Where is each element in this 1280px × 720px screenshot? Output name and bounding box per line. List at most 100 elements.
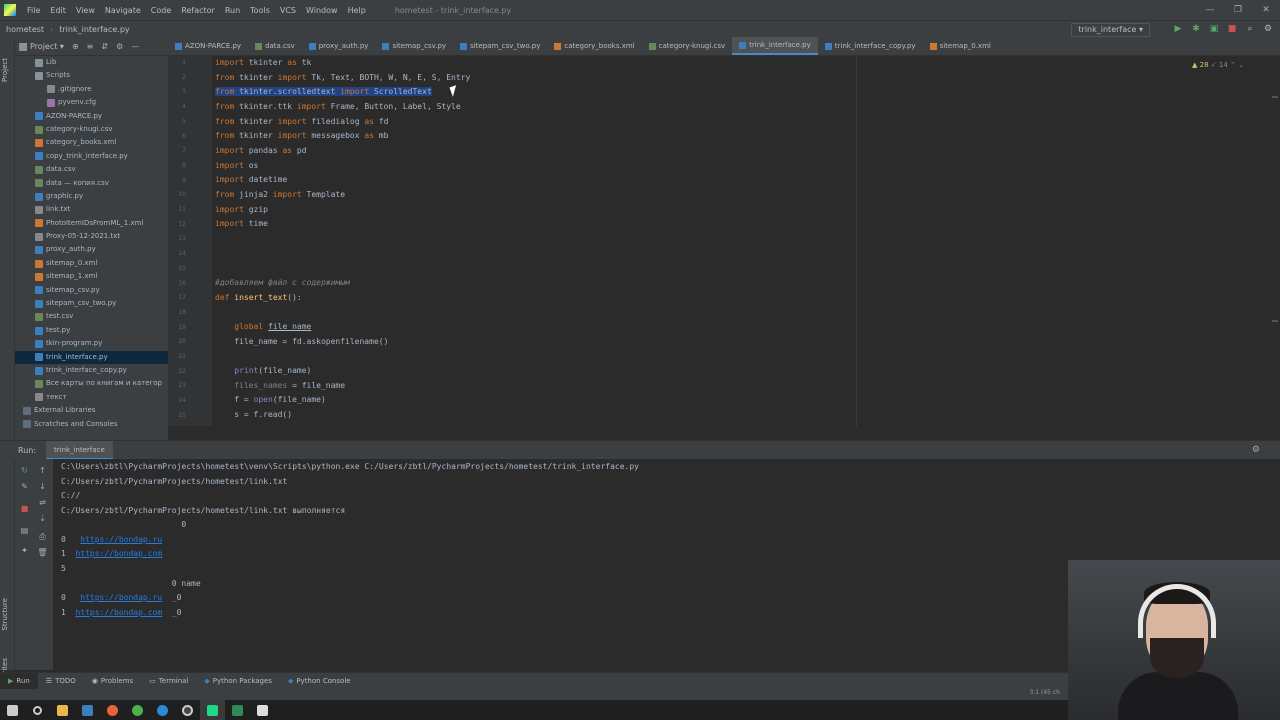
layout-icon[interactable]: ▤ — [19, 525, 30, 536]
menu-refactor[interactable]: Refactor — [176, 6, 220, 15]
tree-item[interactable]: sitepam_csv_two.py — [15, 297, 168, 310]
code-line-selected[interactable]: from tkinter.scrolledtext import Scrolle… — [215, 87, 432, 96]
code-line[interactable]: f = open(file_name) — [215, 395, 326, 404]
bottom-tab-python-console[interactable]: ◆ Python Console — [280, 677, 359, 685]
settings-icon[interactable]: ⚙ — [1262, 23, 1274, 35]
code-editor[interactable]: 1 2 3 4 5 6 7 8 9 10 11 12 13 14 15 16 17 18 19 20 21 22 23 24 2… — [168, 56, 1280, 426]
editor-tab[interactable]: data.csv — [248, 37, 302, 55]
scroll-up-icon[interactable]: ↑ — [37, 465, 48, 476]
taskbar-app-button[interactable] — [225, 700, 250, 720]
tree-item[interactable]: test.csv — [15, 310, 168, 323]
menu-file[interactable]: File — [22, 6, 45, 15]
taskbar-app-button[interactable] — [150, 700, 175, 720]
restore-icon[interactable]: ❐ — [1224, 0, 1252, 20]
gear-icon[interactable]: ⚙ — [1252, 445, 1260, 455]
code-line[interactable]: files_names = file_name — [215, 381, 345, 390]
code-line[interactable]: file_name = fd.askopenfilename() — [215, 337, 388, 346]
code-line[interactable]: from tkinter import messagebox as mb — [215, 131, 388, 140]
menu-tools[interactable]: Tools — [245, 6, 275, 15]
taskbar-app-button[interactable] — [250, 700, 275, 720]
run-tab-trink-interface[interactable]: trink_interface — [46, 440, 113, 460]
menu-window[interactable]: Window — [301, 6, 343, 15]
structure-tool-tab[interactable]: Structure — [1, 598, 9, 631]
menu-help[interactable]: Help — [343, 6, 371, 15]
console-link[interactable]: https://bondap.ru — [80, 535, 162, 544]
taskbar-app-button[interactable] — [175, 700, 200, 720]
editor-tab[interactable]: sitemap_0.xml — [923, 37, 998, 55]
editor-tab[interactable]: sitepam_csv_two.py — [453, 37, 547, 55]
menu-navigate[interactable]: Navigate — [100, 6, 146, 15]
editor-tab[interactable]: trink_interface_copy.py — [818, 37, 923, 55]
bottom-tab-problems[interactable]: ◉ Problems — [84, 677, 141, 685]
editor-tab[interactable]: sitemap_csv.py — [375, 37, 453, 55]
run-configuration-select[interactable]: trink_interface ▾ — [1071, 23, 1150, 37]
code-line[interactable]: from jinja2 import Template — [215, 190, 345, 199]
chevron-up-icon[interactable]: ⌃ — [1230, 61, 1236, 69]
tree-item[interactable]: текст — [15, 391, 168, 404]
breadcrumb-project[interactable]: hometest — [0, 25, 50, 34]
tree-item[interactable]: trink_interface_copy.py — [15, 364, 168, 377]
project-tool-tab[interactable]: Project — [1, 58, 9, 82]
tree-item[interactable]: Lib — [15, 56, 168, 69]
code-line[interactable]: import gzip — [215, 205, 268, 214]
caret-position[interactable]: 3:1 (45 ch — [1029, 689, 1060, 696]
hide-icon[interactable]: — — [131, 42, 139, 51]
code-line[interactable]: from tkinter.ttk import Frame, Button, L… — [215, 102, 461, 111]
tree-item[interactable]: AZON-PARCE.py — [15, 110, 168, 123]
minimize-icon[interactable]: — — [1196, 0, 1224, 20]
tree-item[interactable]: copy_trink_interface.py — [15, 150, 168, 163]
scrollbar-marker[interactable] — [1272, 320, 1278, 322]
menu-run[interactable]: Run — [220, 6, 245, 15]
stop-icon[interactable]: ■ — [19, 503, 30, 514]
wrench-icon[interactable]: ✎ — [19, 481, 30, 492]
tree-item[interactable]: Scratches and Consoles — [15, 418, 168, 431]
tree-item[interactable]: Все карты по книгам и категор — [15, 377, 168, 390]
locate-icon[interactable]: ⊕ — [72, 42, 79, 51]
tree-item[interactable]: category_books.xml — [15, 136, 168, 149]
inspection-widget[interactable]: ▲ 28 ✓ 14 ⌃ ⌄ — [1192, 61, 1244, 69]
expand-all-icon[interactable]: ⇵ — [101, 42, 108, 51]
bottom-tab-terminal[interactable]: ▭ Terminal — [141, 677, 196, 685]
bottom-tab-todo[interactable]: ☰ TODO — [38, 677, 84, 685]
pin-icon[interactable]: ✦ — [19, 545, 30, 556]
menu-vcs[interactable]: VCS — [275, 6, 301, 15]
collapse-all-icon[interactable]: ≡ — [87, 42, 94, 51]
tree-item[interactable]: category-knugi.csv — [15, 123, 168, 136]
stop-icon[interactable]: ■ — [1226, 23, 1238, 35]
weak-warning-count[interactable]: ✓ 14 — [1211, 61, 1228, 69]
code-line[interactable]: #добавляем файл с содержимым — [215, 278, 350, 287]
chevron-down-icon[interactable]: ⌄ — [1238, 61, 1244, 69]
tree-item[interactable]: tkin-program.py — [15, 337, 168, 350]
console-link[interactable]: https://bondap.com — [75, 608, 162, 617]
tree-item[interactable]: External Libraries — [15, 404, 168, 417]
start-button[interactable] — [0, 700, 25, 720]
code-line[interactable]: import os — [215, 161, 258, 170]
file-explorer-button[interactable] — [50, 700, 75, 720]
print-icon[interactable]: ⎙ — [37, 531, 48, 542]
taskbar-app-button[interactable] — [100, 700, 125, 720]
coverage-icon[interactable]: ▣ — [1208, 23, 1220, 35]
code-line[interactable]: def insert_text(): — [215, 293, 302, 302]
scrollbar-marker[interactable] — [1272, 96, 1278, 98]
tree-item[interactable]: sitemap_0.xml — [15, 257, 168, 270]
tree-item[interactable]: Scripts — [15, 69, 168, 82]
menu-code[interactable]: Code — [146, 6, 176, 15]
editor-tab[interactable]: trink_interface.py — [732, 37, 818, 55]
tree-item[interactable]: proxy_auth.py — [15, 243, 168, 256]
search-icon[interactable]: ⌕ — [1244, 23, 1256, 35]
taskbar-app-button[interactable] — [125, 700, 150, 720]
taskbar-pycharm-button[interactable] — [200, 700, 225, 720]
close-icon[interactable]: ✕ — [1252, 0, 1280, 20]
soft-wrap-icon[interactable]: ⇌ — [37, 497, 48, 508]
code-line[interactable]: import datetime — [215, 175, 287, 184]
tree-item[interactable]: link.txt — [15, 203, 168, 216]
project-panel-title[interactable]: Project ▾ — [30, 42, 64, 51]
tree-item[interactable]: pyvenv.cfg — [15, 96, 168, 109]
code-line[interactable]: s = f.read() — [215, 410, 292, 419]
code-line[interactable]: import tkinter as tk — [215, 58, 311, 67]
tree-item[interactable]: PhotoItemIDsFromML_1.xml — [15, 217, 168, 230]
console-link[interactable]: https://bondap.ru — [80, 593, 162, 602]
code-line[interactable]: import time — [215, 219, 268, 228]
scroll-to-end-icon[interactable]: ⇣ — [37, 513, 48, 524]
code-line[interactable]: from tkinter import Tk, Text, BOTH, W, N… — [215, 73, 470, 82]
